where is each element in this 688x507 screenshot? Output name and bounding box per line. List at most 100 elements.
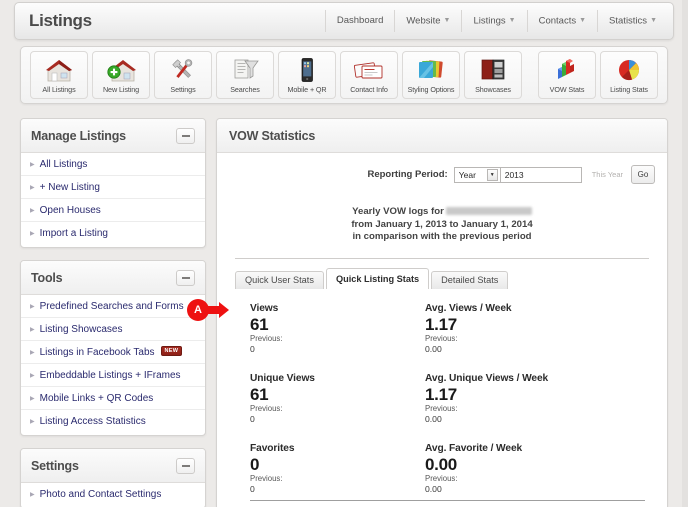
panel-body: ▶ All Listings ▶ + New Listing ▶ Open Ho… (21, 153, 205, 247)
stat-previous-label: Previous: (250, 403, 283, 413)
go-button[interactable]: Go (631, 165, 655, 184)
toolbar-button-mobile-qr[interactable]: Mobile + QR (278, 51, 336, 99)
nav-label: Dashboard (336, 15, 384, 26)
stat-value: 0 (250, 454, 260, 474)
chevron-right-icon: ▶ (30, 326, 35, 333)
tab-detailed-stats[interactable]: Detailed Stats (431, 270, 509, 289)
reporting-period-row: Reporting Period: Year ▼ This Year Go (217, 153, 667, 192)
stat-previous-value: 0 (250, 483, 255, 494)
sidebar-item-new-listing[interactable]: ▶ + New Listing (21, 176, 205, 199)
sidebar-item-listing-access-statistics[interactable]: ▶ Listing Access Statistics (21, 410, 205, 433)
panel-header: Tools (21, 261, 205, 295)
chevron-right-icon: ▶ (30, 492, 35, 498)
sidebar-item-label: Import a Listing (39, 228, 108, 239)
sidebar-item-label: Photo and Contact Settings (39, 489, 162, 500)
nav-item-listings[interactable]: Listings ▼ (462, 10, 528, 32)
toolbar-button-label: Contact Info (350, 85, 388, 94)
minus-icon[interactable] (176, 457, 195, 474)
chevron-down-icon: ▼ (443, 17, 451, 24)
sidebar-item-all-listings[interactable]: ▶ All Listings (21, 153, 205, 176)
toolbar-button-label: Settings (170, 85, 196, 94)
toolbar-button-styling-options[interactable]: Styling Options (402, 51, 460, 99)
toolbar-button-contact-info[interactable]: Contact Info (340, 51, 398, 99)
stat-previous-label: Previous: (425, 333, 458, 343)
sidebar-item-listings-in-facebook-tabs[interactable]: ▶ Listings in Facebook Tabs NEW (21, 341, 205, 364)
stats-grid: Views 61 Previous: 0 Avg. Views / Week 1… (217, 289, 667, 495)
toolbar-button-showcases[interactable]: Showcases (464, 51, 522, 99)
this-year-link[interactable]: This Year (592, 170, 623, 179)
stat-previous-value: 0 (250, 343, 255, 354)
stat-previous-label: Previous: (425, 403, 458, 413)
tab-label: Quick User Stats (245, 275, 314, 285)
sidebar-item-label: Listing Access Statistics (39, 416, 146, 427)
sidebar-item-embeddable-listings-iframes[interactable]: ▶ Embeddable Listings + IFrames (21, 364, 205, 387)
tab-label: Detailed Stats (441, 275, 499, 285)
main-panel-header: VOW Statistics (217, 119, 667, 153)
tab-quick-user-stats[interactable]: Quick User Stats (235, 270, 324, 289)
toolbar-button-label: New Listing (102, 85, 140, 94)
toolbar-button-label: Mobile + QR (287, 85, 327, 94)
minus-icon[interactable] (176, 269, 195, 286)
chevron-right-icon: ▶ (30, 231, 35, 237)
stat-value: 0.00 (425, 454, 457, 474)
chevron-right-icon: ▶ (30, 395, 35, 402)
panel-header: Manage Listings (21, 119, 205, 153)
house-icon (42, 56, 76, 84)
chevron-right-icon: ▶ (30, 184, 35, 191)
sidebar-panel-manage-listings: Manage Listings ▶ All Listings ▶ + New L… (20, 118, 206, 248)
stat-title: Unique Views (250, 372, 315, 384)
chevron-down-icon: ▼ (650, 17, 657, 24)
toolbar-button-listing-stats[interactable]: Listing Stats (600, 51, 658, 99)
nav-item-dashboard[interactable]: Dashboard (324, 10, 396, 32)
reporting-period-select[interactable]: Year ▼ (453, 166, 500, 183)
bar-chart-icon (550, 56, 584, 84)
sidebar-item-label: Listings in Facebook Tabs (39, 346, 155, 358)
sidebar-item-import-a-listing[interactable]: ▶ Import a Listing (21, 222, 205, 245)
caption-line-2: from January 1, 2013 to January 1, 2014 (351, 218, 533, 230)
smartphone-icon (290, 56, 324, 84)
sidebar-item-photo-and-contact-settings[interactable]: ▶ Photo and Contact Settings (21, 483, 205, 506)
business-card-icon (352, 56, 386, 84)
stat-title: Views (250, 302, 279, 314)
nav-item-contacts[interactable]: Contacts ▼ (528, 10, 599, 32)
main-panel: VOW Statistics Reporting Period: Year ▼ … (216, 118, 668, 507)
toolbar-button-searches[interactable]: Searches (216, 51, 274, 99)
reporting-period-label: Reporting Period: (367, 169, 448, 180)
nav-item-website[interactable]: Website ▼ (395, 10, 463, 32)
icon-toolbar: All Listings New Listing Settings Search… (20, 46, 668, 104)
sidebar-item-open-houses[interactable]: ▶ Open Houses (21, 199, 205, 222)
stat-previous-value: 0.00 (425, 483, 442, 494)
stat-previous-value: 0.00 (425, 343, 442, 354)
toolbar-button-new-listing[interactable]: New Listing (92, 51, 150, 99)
minus-icon[interactable] (176, 127, 195, 144)
sidebar-item-label: All Listings (39, 158, 88, 170)
toolbar-button-all-listings[interactable]: All Listings (30, 51, 88, 99)
tools-icon (166, 56, 200, 84)
stat-title: Avg. Favorite / Week (425, 442, 523, 454)
reporting-year-input[interactable] (499, 166, 582, 183)
stat-unique-views: Unique Views 61 Previous: 0 (250, 373, 425, 425)
color-swatches-icon (414, 56, 448, 84)
documents-funnel-icon (228, 56, 262, 84)
chevron-right-icon: ▶ (30, 207, 35, 214)
nav-item-statistics[interactable]: Statistics ▼ (598, 10, 659, 32)
panel-title: Settings (31, 458, 79, 473)
toolbar-button-label: Showcases (475, 85, 511, 94)
tab-quick-listing-stats[interactable]: Quick Listing Stats (325, 267, 430, 289)
redacted-account-name (445, 207, 532, 215)
tab-label: Quick Listing Stats (335, 273, 420, 284)
page-scrollbar[interactable] (682, 0, 688, 507)
nav-label: Contacts (538, 15, 577, 27)
toolbar-button-vow-stats[interactable]: VOW Stats (538, 51, 596, 99)
toolbar-button-label: Styling Options (407, 85, 455, 94)
top-navigation: Dashboard Website ▼ Listings ▼ Contacts ▼ S… (324, 3, 659, 39)
tab-underline (235, 258, 649, 259)
stat-value: 61 (250, 314, 269, 334)
toolbar-button-label: All Listings (42, 85, 76, 94)
sidebar-item-mobile-links-qr-codes[interactable]: ▶ Mobile Links + QR Codes (21, 387, 205, 410)
sidebar-item-predefined-searches-and-forms[interactable]: ▶ Predefined Searches and Forms (21, 295, 205, 318)
main-panel-title: VOW Statistics (229, 128, 316, 143)
toolbar-button-settings[interactable]: Settings (154, 51, 212, 99)
sidebar-panel-settings: Settings ▶ Photo and Contact Settings (20, 448, 206, 507)
sidebar-item-listing-showcases[interactable]: ▶ Listing Showcases (21, 318, 205, 341)
